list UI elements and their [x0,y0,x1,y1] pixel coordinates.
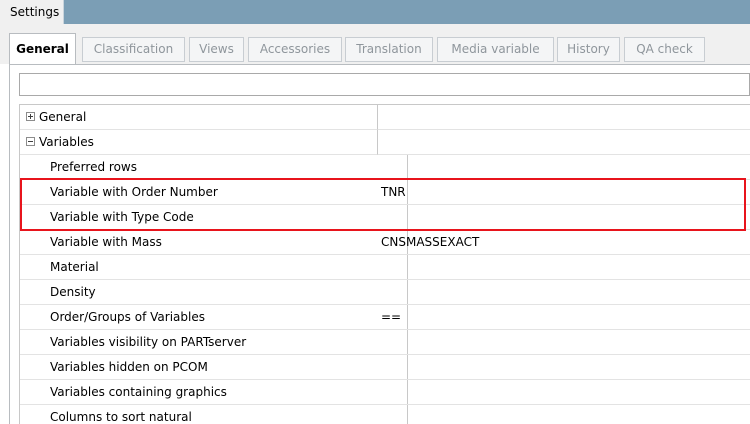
property-name: Variables visibility on PARTserver [20,330,408,355]
property-value [378,385,381,399]
property-value-cell[interactable] [378,355,750,380]
property-group-variables[interactable]: Variables [20,130,750,155]
property-name: Columns to sort natural [20,405,408,424]
tab-history[interactable]: History [557,37,620,62]
property-name: Variable with Type Code [20,205,408,230]
property-name: Variable with Order Number [20,180,408,205]
property-value [378,285,381,299]
property-value-cell[interactable] [378,280,750,305]
window-titlebar: Settings [0,0,750,24]
property-name: Density [20,280,408,305]
property-row[interactable]: Material [20,255,750,280]
tab-classification[interactable]: Classification [82,37,185,62]
property-value: == [381,310,402,324]
property-name: Material [20,255,408,280]
property-value-cell[interactable] [378,205,750,230]
property-value [378,260,381,274]
property-row[interactable]: Variables visibility on PARTserver [20,330,750,355]
property-value: TNR [381,185,406,199]
expand-plus-icon[interactable] [26,112,35,121]
property-value-cell[interactable] [378,255,750,280]
property-value-cell[interactable]: TNR [378,180,750,205]
property-row[interactable]: Variables containing graphics [20,380,750,405]
property-row[interactable]: Columns to sort natural [20,405,750,424]
property-row[interactable]: Variable with Order Number TNR [20,180,750,205]
property-row[interactable]: Variable with Type Code [20,205,750,230]
property-filter-input[interactable] [19,73,750,96]
tab-media-variable[interactable]: Media variable [437,37,554,62]
property-value: CNSMASSEXACT [381,235,480,249]
collapse-minus-icon[interactable] [26,137,35,146]
property-name: Variables hidden on PCOM [20,355,408,380]
property-row[interactable]: Density [20,280,750,305]
property-value [378,160,381,174]
tab-general[interactable]: General [9,33,76,65]
property-row[interactable]: Variables hidden on PCOM [20,355,750,380]
property-name: Order/Groups of Variables [20,305,408,330]
property-name: Variables containing graphics [20,380,408,405]
property-row[interactable]: Variable with Mass CNSMASSEXACT [20,230,750,255]
property-value-cell[interactable] [378,405,750,424]
tab-translation[interactable]: Translation [345,37,433,62]
property-value-cell[interactable]: CNSMASSEXACT [378,230,750,255]
tab-views[interactable]: Views [189,37,244,62]
group-label: General [39,110,87,124]
property-grid: General Variables Preferred rows Variabl… [19,104,750,424]
property-value-cell[interactable] [378,380,750,405]
property-row[interactable]: Order/Groups of Variables == [20,305,750,330]
property-value-cell[interactable] [378,155,750,180]
property-value-cell[interactable]: == [378,305,750,330]
property-value [378,410,381,424]
property-value-cell[interactable] [378,330,750,355]
property-value [378,335,381,349]
property-value [378,210,381,224]
property-value [378,360,381,374]
property-row[interactable]: Preferred rows [20,155,750,180]
tab-qa-check[interactable]: QA check [624,37,705,62]
window-title[interactable]: Settings [0,0,64,24]
property-name: Preferred rows [20,155,408,180]
property-group-general[interactable]: General [20,105,750,130]
property-name: Variable with Mass [20,230,408,255]
group-label: Variables [39,135,94,149]
tab-accessories[interactable]: Accessories [248,37,342,62]
